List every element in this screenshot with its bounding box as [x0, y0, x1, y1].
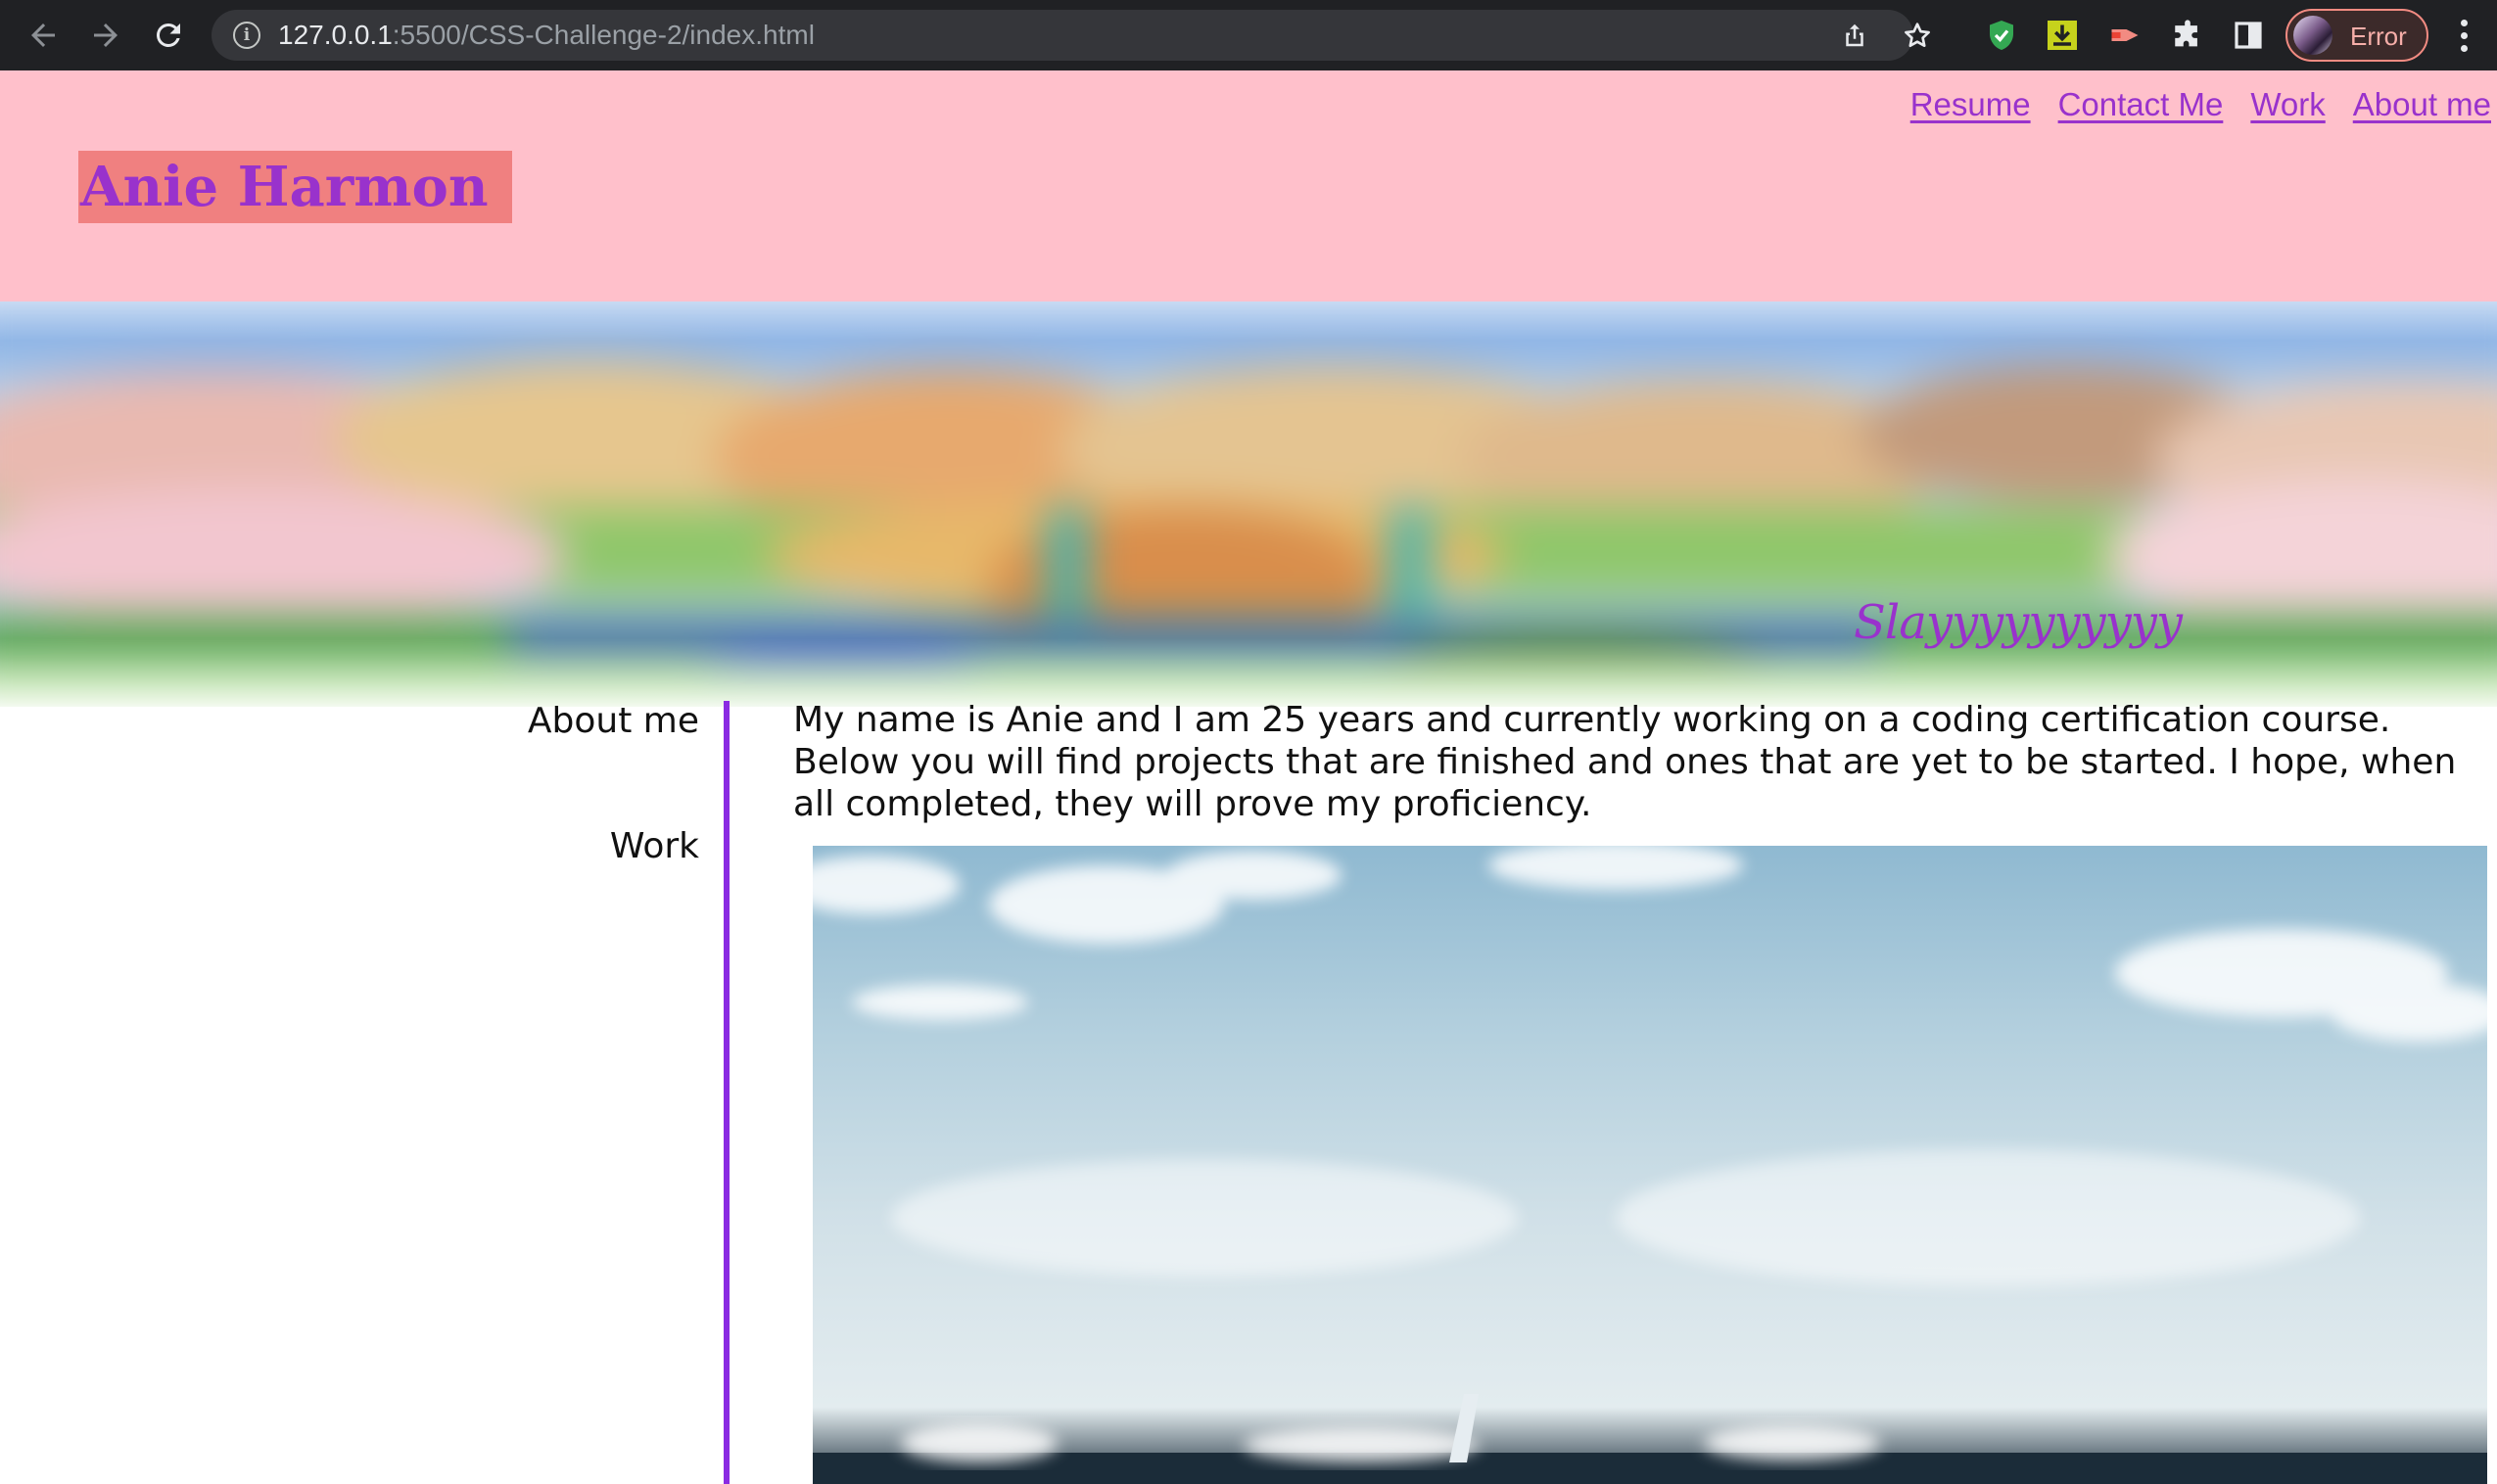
- nav-link-work[interactable]: Work: [2250, 86, 2325, 123]
- nav-link-contact[interactable]: Contact Me: [2058, 86, 2224, 123]
- work-project-image[interactable]: [813, 846, 2487, 1484]
- address-bar[interactable]: i 127.0.0.1:5500/CSS-Challenge-2/index.h…: [212, 10, 1930, 61]
- url-path: :5500/CSS-Challenge-2/index.html: [392, 20, 815, 50]
- more-menu-icon[interactable]: [2446, 14, 2481, 57]
- back-icon[interactable]: [20, 12, 67, 59]
- info-icon[interactable]: i: [233, 22, 260, 49]
- avatar: [2293, 16, 2332, 55]
- hero-tagline: Slayyyyyyyyyy: [1854, 595, 2183, 650]
- site-header: Anie Harmon Resume Contact Me Work About…: [0, 70, 2497, 301]
- share-icon[interactable]: [1837, 18, 1872, 53]
- star-icon[interactable]: [1900, 18, 1935, 53]
- side-panel-icon[interactable]: [2229, 16, 2268, 55]
- nav-link-resume[interactable]: Resume: [1910, 86, 2031, 123]
- sidebar-item-work[interactable]: Work: [610, 826, 699, 866]
- sidebar-nav: About me Work: [0, 701, 730, 1484]
- reload-icon[interactable]: [145, 12, 192, 59]
- ocean-surf-photo: [813, 846, 2487, 1484]
- hero-banner: Slayyyyyyyyyy: [0, 301, 2497, 707]
- shield-extension-icon[interactable]: [1982, 16, 2021, 55]
- download-extension-icon[interactable]: [2043, 16, 2082, 55]
- url-host: 127.0.0.1: [278, 20, 393, 50]
- url-text[interactable]: 127.0.0.1:5500/CSS-Challenge-2/index.htm…: [278, 20, 815, 51]
- about-paragraph: My name is Anie and I am 25 years and cu…: [793, 700, 2457, 824]
- forward-icon[interactable]: [82, 12, 129, 59]
- top-nav: Resume Contact Me Work About me: [1910, 86, 2491, 123]
- profile-button[interactable]: Error: [2285, 9, 2428, 62]
- sidebar-item-about[interactable]: About me: [528, 701, 699, 741]
- profile-status-label: Error: [2350, 22, 2407, 51]
- site-title: Anie Harmon: [78, 151, 512, 223]
- hero-top-fade: [0, 301, 2497, 341]
- nav-link-about[interactable]: About me: [2353, 86, 2491, 123]
- browser-toolbar: i 127.0.0.1:5500/CSS-Challenge-2/index.h…: [0, 0, 2497, 70]
- video-extension-icon[interactable]: [2105, 16, 2144, 55]
- puzzle-icon[interactable]: [2168, 16, 2207, 55]
